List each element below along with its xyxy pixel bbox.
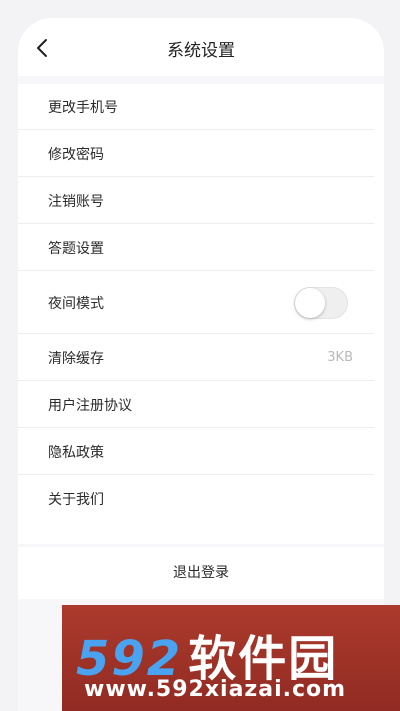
settings-list: 更改手机号 修改密码 注销账号 答题设置 夜间模式 清除缓存 3KB 用户注册协… (18, 84, 384, 544)
setting-item-about-us[interactable]: 关于我们 (18, 475, 384, 522)
setting-item-label: 更改手机号 (48, 100, 118, 116)
night-mode-toggle[interactable] (294, 286, 348, 319)
setting-item-label: 夜间模式 (48, 295, 104, 312)
toggle-knob (295, 287, 325, 318)
setting-item-quiz-settings[interactable]: 答题设置 (18, 224, 384, 271)
setting-item-privacy-policy[interactable]: 隐私政策 (18, 428, 384, 475)
setting-item-label: 隐私政策 (48, 444, 104, 461)
setting-item-user-agreement[interactable]: 用户注册协议 (18, 381, 384, 428)
page-title: 系统设置 (167, 41, 235, 61)
setting-item-change-password[interactable]: 修改密码 (18, 130, 384, 177)
setting-item-label: 注销账号 (48, 193, 104, 210)
setting-item-label: 关于我们 (48, 491, 104, 508)
setting-item-delete-account[interactable]: 注销账号 (18, 177, 384, 224)
watermark-banner: 592 软件园 www.592xiazai.com (62, 605, 400, 711)
watermark-url: www.592xiazai.com (84, 677, 347, 702)
cache-size-value: 3KB (327, 350, 353, 365)
setting-item-night-mode: 夜间模式 (18, 271, 384, 334)
setting-item-label: 答题设置 (48, 240, 104, 257)
setting-item-label: 修改密码 (48, 146, 104, 163)
setting-item-change-phone[interactable]: 更改手机号 (18, 84, 384, 130)
setting-item-label: 清除缓存 (48, 350, 104, 367)
logout-button[interactable]: 退出登录 (18, 547, 384, 599)
setting-item-clear-cache[interactable]: 清除缓存 3KB (18, 334, 384, 381)
setting-item-label: 用户注册协议 (48, 397, 132, 414)
navigation-bar: 系统设置 (18, 18, 384, 76)
